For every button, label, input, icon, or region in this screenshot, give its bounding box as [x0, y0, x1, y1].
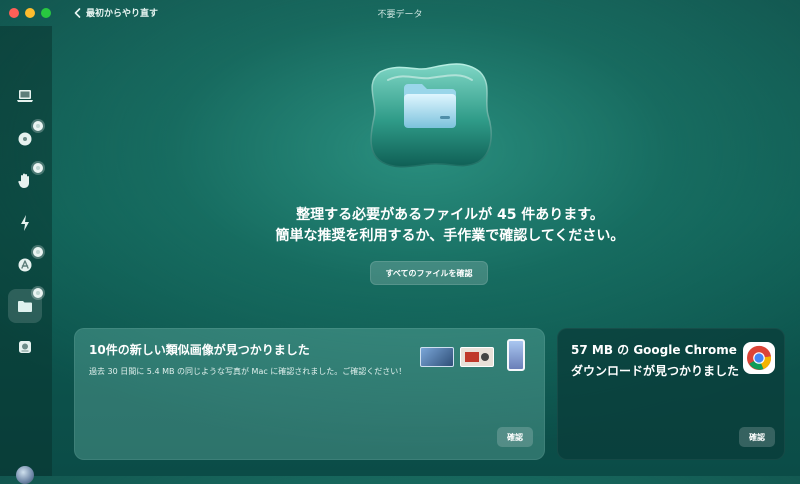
sidebar-item-applications[interactable]: [8, 247, 43, 282]
notification-badge: [33, 121, 43, 131]
window-title: 不要データ: [377, 10, 423, 20]
thumbnail-image: [507, 339, 525, 371]
google-chrome-icon: [743, 342, 775, 374]
sidebar-item-system[interactable]: [8, 79, 42, 113]
review-all-files-button[interactable]: すべてのファイルを確認: [370, 261, 488, 285]
app-store-icon: [18, 258, 32, 272]
review-similar-images-button[interactable]: 確認: [497, 427, 533, 447]
card-title: 57 MB の Google Chrome ダウンロードが見つかりました: [571, 343, 740, 378]
folder-icon: [18, 300, 32, 312]
sidebar: [0, 26, 52, 484]
card-description: 過去 30 日間に 5.4 MB の同じような写真が Mac に確認されました。…: [89, 367, 407, 376]
drive-icon: [19, 341, 31, 353]
notification-badge: [33, 288, 43, 298]
sidebar-item-clutter[interactable]: [8, 288, 43, 323]
clutter-hero-illustration: [360, 58, 500, 172]
sidebar-item-performance[interactable]: [8, 206, 42, 240]
clutter-summary-headline: 整理する必要があるファイルが 45 件あります。 簡単な推奨を利用するか、手作業…: [100, 205, 800, 247]
title-bar: 最初からやり直す 不要データ: [0, 0, 800, 26]
sidebar-item-protection[interactable]: [8, 163, 43, 198]
chrome-downloads-card[interactable]: 57 MB の Google Chrome ダウンロードが見つかりました 確認: [557, 328, 785, 460]
sidebar-item-cleanup[interactable]: [8, 121, 43, 156]
headline-line-1: 整理する必要があるファイルが 45 件あります。: [296, 207, 604, 223]
disk-icon: [18, 132, 32, 146]
notification-badge: [33, 247, 43, 257]
laptop-icon: [17, 90, 33, 102]
account-avatar[interactable]: [16, 466, 34, 484]
hand-icon: [18, 173, 29, 188]
thumbnail-image: [420, 347, 454, 367]
review-chrome-downloads-button[interactable]: 確認: [739, 427, 775, 447]
notification-badge: [33, 163, 43, 173]
similar-images-card[interactable]: 10件の新しい類似画像が見つかりました 過去 30 日間に 5.4 MB の同じ…: [74, 328, 545, 460]
headline-line-2: 簡単な推奨を利用するか、手作業で確認してください。: [275, 228, 625, 244]
lightning-icon: [21, 215, 29, 231]
card-title: 10件の新しい類似画像が見つかりました: [89, 343, 310, 357]
sidebar-item-space-lens[interactable]: [8, 330, 42, 364]
thumbnail-image: [460, 347, 494, 367]
